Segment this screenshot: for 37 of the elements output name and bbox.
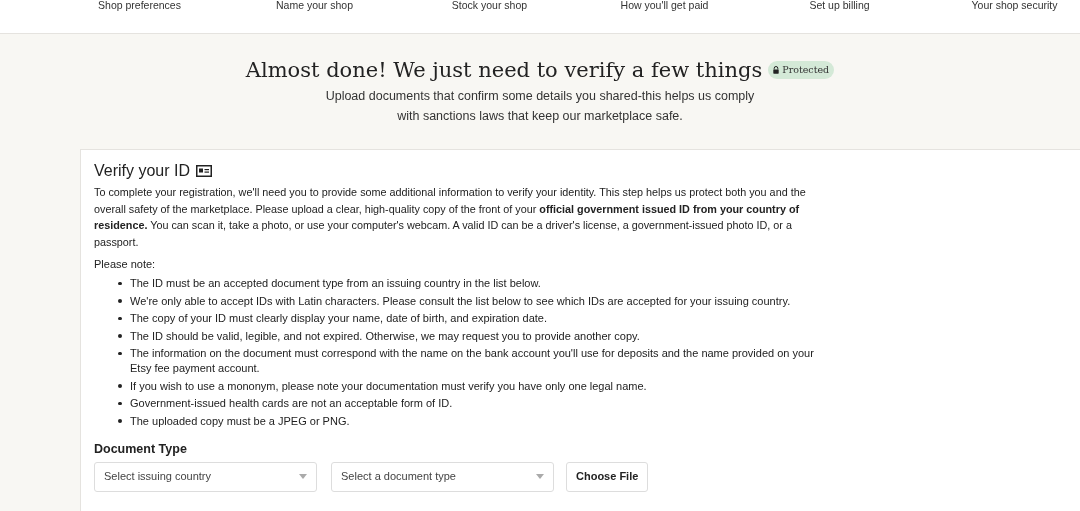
card-title: Verify your ID bbox=[94, 161, 191, 181]
bullet-icon bbox=[118, 316, 122, 321]
note-item: The uploaded copy must be a JPEG or PNG. bbox=[130, 413, 351, 429]
select-field[interactable]: Select issuing country bbox=[94, 461, 317, 492]
step-link[interactable]: Stock your shop bbox=[451, 0, 528, 11]
note-item: If you wish to use a mononym, please note your documentation must verify you have only one legal name. bbox=[130, 378, 648, 394]
step-link[interactable]: Your shop security bbox=[971, 0, 1058, 11]
lock-icon bbox=[773, 66, 780, 74]
step-link[interactable]: Shop preferences bbox=[98, 0, 181, 11]
subtitle-text: Upload documents that confirm some details you shared-this helps us comply bbox=[325, 88, 755, 105]
note-item: The copy of your ID must clearly display your name, date of birth, and expiration date. bbox=[130, 311, 548, 326]
note-item: The ID must be an accepted document type from an issuing country in the list below. bbox=[130, 276, 542, 291]
choose-file-button[interactable]: Choose File bbox=[566, 461, 649, 492]
note-item: Government-issued health cards are not an acceptable form of ID. bbox=[130, 396, 454, 411]
note-item: We're only able to accept IDs with Latin characters. Please consult the list below to see which IDs are accepted for your issuing country. bbox=[130, 293, 792, 309]
bullet-icon bbox=[118, 281, 122, 286]
subtitle-text: with sanctions laws that keep our marketplace safe. bbox=[397, 108, 683, 125]
bullet-icon bbox=[118, 299, 122, 303]
note-item: The information on the document must correspond with the name on the bank account you'll use for deposits and the name provided on your Etsy fee payment account. bbox=[130, 346, 815, 376]
note-item: The ID should be valid, legible, and not expired. Otherwise, we may request you to provide another copy. bbox=[130, 328, 641, 344]
bullet-icon bbox=[118, 419, 122, 423]
caret-icon bbox=[299, 474, 307, 479]
step-link[interactable]: Set up billing bbox=[809, 0, 870, 11]
bullet-icon bbox=[118, 401, 122, 406]
caret-icon bbox=[536, 474, 544, 479]
protected-badge: Protected bbox=[768, 61, 835, 79]
page-title: Almost done! We just need to verify a few things bbox=[245, 57, 763, 84]
intro-paragraph: To complete your registration, we'll need you to provide some additional information to verify your identity. This step helps us protect both you and the overall safety of the marketplace. Please upload a clear, high-quality copy of the front of your official government issued ID from your country of residence. You can scan it, take a photo, or use your computer's webcam. A valid ID can be a driver's license, a government-issued photo ID, or a passport. bbox=[94, 185, 807, 250]
step-link[interactable]: Name your shop bbox=[275, 0, 353, 11]
step-link[interactable]: How you'll get paid bbox=[620, 0, 709, 11]
note-label: Please note: bbox=[94, 257, 157, 272]
select-field[interactable]: Select a document type bbox=[331, 461, 554, 492]
bullet-icon bbox=[118, 384, 122, 388]
bullet-icon bbox=[118, 334, 122, 338]
id-card-icon bbox=[196, 165, 213, 177]
section-label: Document Type bbox=[94, 440, 188, 458]
bullet-icon bbox=[118, 351, 122, 356]
